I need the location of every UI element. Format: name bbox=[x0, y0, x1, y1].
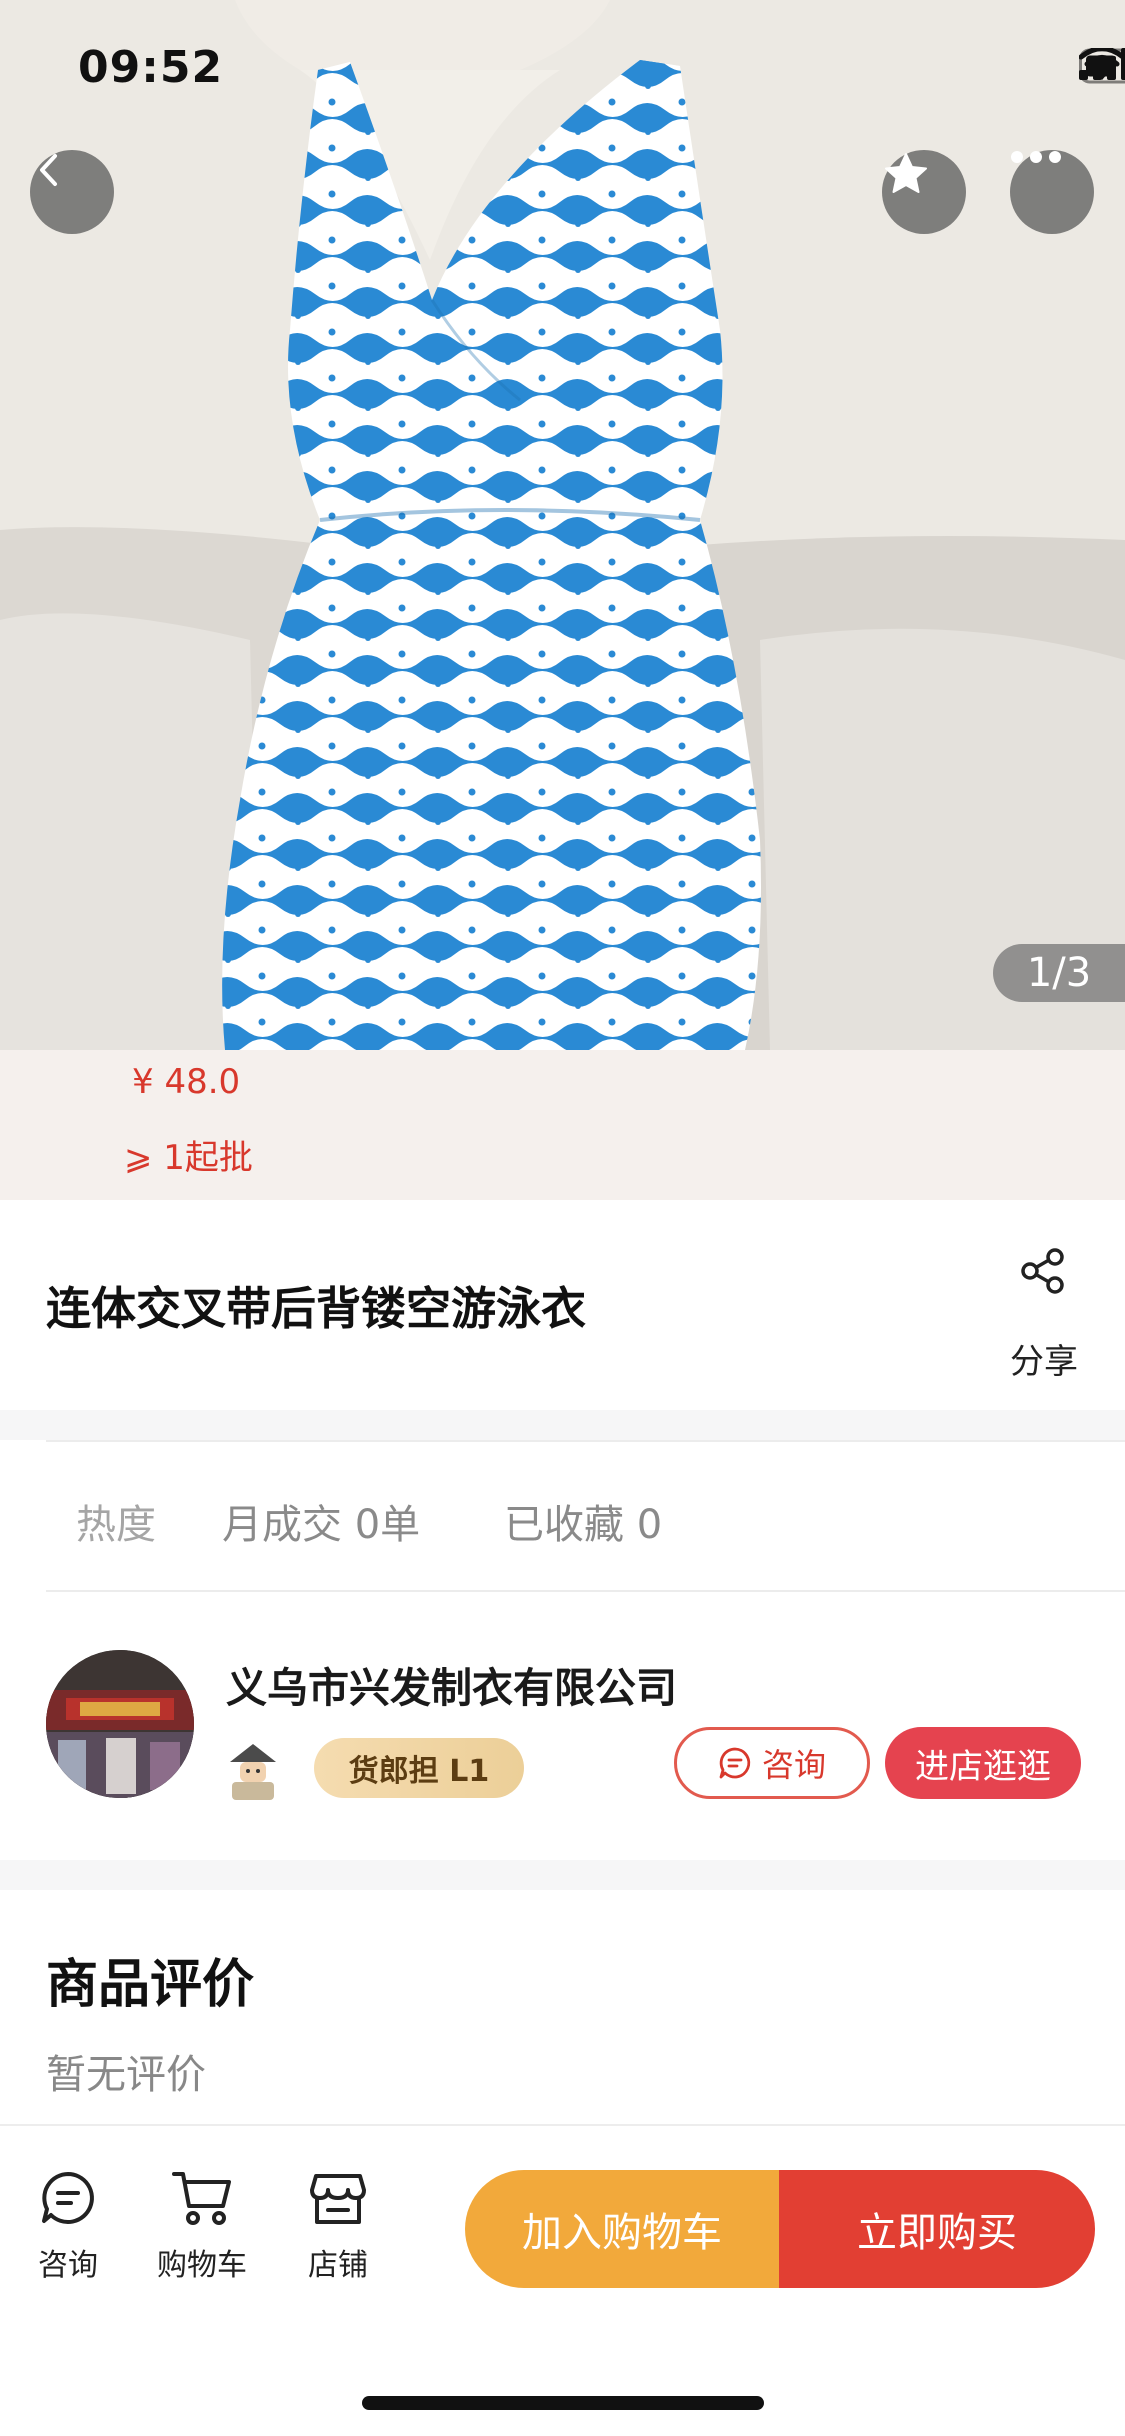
shop-name[interactable]: 义乌市兴发制衣有限公司 bbox=[226, 1654, 677, 1714]
favorite-button[interactable] bbox=[882, 150, 966, 234]
section-divider bbox=[0, 1410, 1125, 1440]
min-order-quantity: ⩾ 1起批 bbox=[124, 1138, 253, 1178]
shop-consult-button[interactable]: 咨询 bbox=[674, 1727, 870, 1799]
stat-heat: 热度 bbox=[76, 1502, 156, 1548]
bottom-nav-shop[interactable]: 店铺 bbox=[278, 2168, 398, 2284]
status-bar: 09:52 bbox=[0, 0, 1125, 140]
product-title: 连体交叉带后背镂空游泳衣 bbox=[46, 1282, 587, 1335]
battery-icon bbox=[1079, 48, 1125, 84]
bottom-nav-cart[interactable]: 购物车 bbox=[142, 2168, 262, 2284]
status-time: 09:52 bbox=[78, 42, 224, 93]
add-to-cart-button[interactable]: 加入购物车 bbox=[465, 2170, 779, 2288]
product-photo bbox=[0, 0, 1125, 1050]
more-dots-icon bbox=[1011, 151, 1061, 163]
shop-avatar[interactable] bbox=[46, 1650, 194, 1798]
image-pager: 1/3 bbox=[993, 944, 1125, 1002]
product-stats: 热度 月成交 0单 已收藏 0 bbox=[46, 1440, 1125, 1592]
section-divider bbox=[0, 1860, 1125, 1890]
chat-icon bbox=[719, 1747, 751, 1779]
cart-icon bbox=[172, 2172, 231, 2225]
product-image-gallery[interactable]: 09:52 1/3 bbox=[0, 0, 1125, 1050]
purchase-buttons: 加入购物车 立即购买 bbox=[465, 2170, 1095, 2288]
peddler-icon bbox=[230, 1744, 276, 1800]
reviews-empty-text: 暂无评价 bbox=[46, 2052, 206, 2098]
shop-level-badge: 货郎担 L1 bbox=[314, 1738, 524, 1798]
home-indicator[interactable] bbox=[362, 2396, 764, 2410]
share-label[interactable]: 分享 bbox=[1010, 1334, 1078, 1383]
reviews-title: 商品评价 bbox=[46, 1955, 255, 2015]
chevron-left-icon bbox=[40, 154, 57, 186]
back-button[interactable] bbox=[30, 150, 114, 234]
share-icon[interactable] bbox=[1018, 1246, 1068, 1296]
bottom-nav-consult[interactable]: 咨询 bbox=[8, 2168, 128, 2284]
storefront-photo bbox=[46, 1650, 194, 1798]
chat-icon bbox=[42, 2172, 94, 2224]
store-icon bbox=[310, 2174, 366, 2224]
bottom-nav-shop-label: 店铺 bbox=[308, 2248, 368, 2283]
buy-now-button[interactable]: 立即购买 bbox=[779, 2170, 1095, 2288]
more-button[interactable] bbox=[1010, 150, 1094, 234]
enter-shop-button[interactable]: 进店逛逛 bbox=[885, 1727, 1081, 1799]
bottom-nav-consult-label: 咨询 bbox=[38, 2248, 98, 2283]
price-value: ¥ 48.0 bbox=[132, 1062, 241, 1102]
stat-favorites: 已收藏 0 bbox=[504, 1502, 663, 1548]
shop-consult-label: 咨询 bbox=[761, 1746, 826, 1784]
stat-monthly-sales: 月成交 0单 bbox=[222, 1502, 421, 1548]
bottom-nav-cart-label: 购物车 bbox=[157, 2248, 247, 2283]
star-icon bbox=[885, 153, 927, 193]
